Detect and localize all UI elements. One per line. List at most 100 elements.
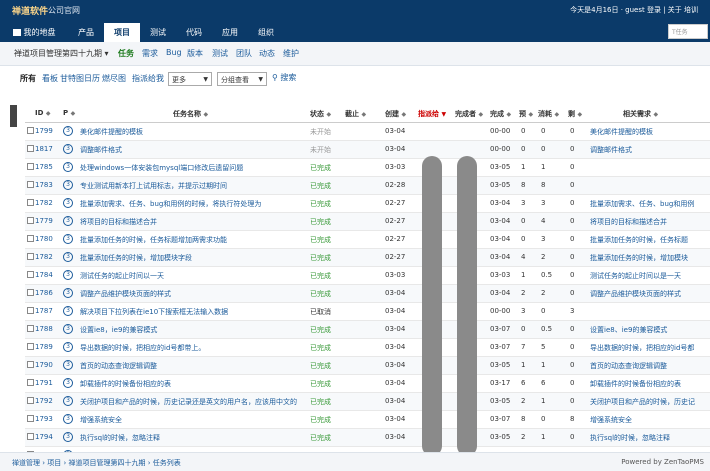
story-link[interactable]: 调整邮件格式 — [590, 145, 710, 155]
filter-gantt[interactable]: 甘特图 — [60, 73, 84, 84]
story-link[interactable]: 测试任务的起止时间以是一天 — [590, 271, 710, 281]
row-cell[interactable]: 1791 — [35, 379, 59, 387]
task-name-link[interactable]: 首页的动态查询逻辑调整 — [80, 361, 308, 371]
col-story[interactable]: 相关需求 ◆ — [623, 109, 658, 119]
col-finisher[interactable]: 完成者 ◆ — [455, 109, 483, 119]
filter-calendar[interactable]: 日历 — [84, 73, 100, 84]
story-link[interactable]: 导出数据的时候，把相应的id号都 — [590, 343, 710, 353]
story-link[interactable]: 批量添加需求、任务、bug和用例 — [590, 199, 710, 209]
row-cell[interactable]: 1799 — [35, 127, 59, 135]
task-name-link[interactable]: 测试任务的起止时间以一天 — [80, 271, 308, 281]
brand-logo[interactable]: 禅道软件 — [12, 4, 48, 17]
row-checkbox[interactable] — [27, 199, 34, 206]
subnav-team[interactable]: 团队 — [236, 48, 252, 59]
table-row[interactable]: 3 1794 执行sql的时候，忽略注释 已完成 03-04 03-05 2 1 0 执行sql的… — [25, 429, 710, 447]
task-name-link[interactable]: 增强系统安全 — [80, 415, 308, 425]
story-link[interactable]: 卸载插件的时候备份相应的表 — [590, 379, 710, 389]
task-name-link[interactable]: 关闭护项目和产品的时候，历史记录还是英文的用户名，应该用中文的 — [80, 397, 308, 407]
task-name-link[interactable]: 批量添加任务的时候，增加模块字段 — [80, 253, 308, 263]
subnav-task[interactable]: 任务 — [118, 48, 134, 59]
row-cell[interactable]: 1788 — [35, 325, 59, 333]
subnav-test[interactable]: 测试 — [212, 48, 228, 59]
row-checkbox[interactable] — [27, 433, 34, 440]
nav-my[interactable]: 我的地盘 — [4, 23, 64, 42]
col-created[interactable]: 创建 ◆ — [385, 109, 406, 119]
table-row[interactable]: 3 1786 调整产品维护模块页面的样式 已完成 03-04 03-04 2 2 0 调整产品维护… — [25, 285, 710, 303]
search-button[interactable]: ⚲ 搜索 — [272, 72, 296, 83]
table-row[interactable]: 3 1791 卸载插件的时候备份相应的表 已完成 03-04 03-17 6 6 0 卸载插件的时… — [25, 375, 710, 393]
task-name-link[interactable]: 调整产品维护模块页面的样式 — [80, 289, 308, 299]
nav-code[interactable]: 代码 — [176, 23, 212, 42]
table-row[interactable]: 3 1788 设置ie8，ie9的兼容模式 已完成 03-04 03-07 0 0.5 0 设置i… — [25, 321, 710, 339]
story-link[interactable]: 批量添加任务的时候，增加模块 — [590, 253, 710, 263]
nav-test[interactable]: 测试 — [140, 23, 176, 42]
nav-project[interactable]: 项目 — [104, 23, 140, 42]
col-status[interactable]: 状态 ◆ — [310, 109, 331, 119]
row-checkbox[interactable] — [27, 217, 34, 224]
more-select[interactable]: 更多 ▼ — [168, 72, 212, 86]
table-row[interactable]: 3 1780 批量添加任务的时候，任务标题增加两需求功能 已完成 02-27 03-04 0… — [25, 231, 710, 249]
row-checkbox[interactable] — [27, 397, 34, 404]
row-cell[interactable]: 1790 — [35, 361, 59, 369]
task-name-link[interactable]: 批量添加任务的时候，任务标题增加两需求功能 — [80, 235, 308, 245]
company-link[interactable]: 公司官网 — [48, 5, 80, 16]
row-checkbox[interactable] — [27, 235, 34, 242]
row-checkbox[interactable] — [27, 343, 34, 350]
task-name-link[interactable]: 处理windows一体安装包mysql端口修改后遗留问题 — [80, 163, 308, 173]
table-row[interactable]: 3 1789 导出数据的时候，把相应的id号都带上。 已完成 03-04 03-07 7 5 0… — [25, 339, 710, 357]
row-cell[interactable]: 1817 — [35, 145, 59, 153]
row-checkbox[interactable] — [27, 415, 34, 422]
story-link[interactable]: 批量添加任务的时候，任务标题 — [590, 235, 710, 245]
table-row[interactable]: 3 1790 首页的动态查询逻辑调整 已完成 03-04 03-05 1 1 0 首页的动态查询逻… — [25, 357, 710, 375]
sidebar-toggle[interactable] — [10, 105, 17, 127]
col-estimate[interactable]: 预 ◆ — [519, 109, 533, 119]
story-link[interactable]: 调整产品维护模块页面的样式 — [590, 289, 710, 299]
task-name-link[interactable]: 解决项目下拉列表在ie10下搜索框无法输入数据 — [80, 307, 308, 317]
col-left[interactable]: 剩 ◆ — [568, 109, 582, 119]
task-name-link[interactable]: 调整邮件格式 — [80, 145, 308, 155]
table-row[interactable]: 3 1782 批量添加需求、任务、bug和用例的时候，将执行符处理为 已完成 02-27… — [25, 195, 710, 213]
row-cell[interactable]: 1779 — [35, 217, 59, 225]
table-row[interactable]: 3 1793 增强系统安全 已完成 03-04 03-07 8 0 8 增强系统安全 — [25, 411, 710, 429]
table-row[interactable]: 3 1792 关闭护项目和产品的时候，历史记录还是英文的用户名，应该用中文的 已完成 0… — [25, 393, 710, 411]
row-cell[interactable]: 1794 — [35, 433, 59, 441]
project-switcher[interactable]: 禅道项目管理第四十九期 ▾ — [14, 48, 109, 59]
subnav-bug[interactable]: Bug — [166, 48, 182, 57]
table-row[interactable]: 3 1787 解决项目下拉列表在ie10下搜索框无法输入数据 已取消 03-04 00-0… — [25, 303, 710, 321]
task-name-link[interactable]: 执行sql的时候，忽略注释 — [80, 433, 308, 443]
table-row[interactable]: 3 1782 批量添加任务的时候，增加模块字段 已完成 02-27 03-04 4 2 0 批量添… — [25, 249, 710, 267]
col-id[interactable]: ID ◆ — [35, 109, 50, 117]
col-name[interactable]: 任务名称 ◆ — [173, 109, 208, 119]
story-link[interactable]: 美化邮件提醒的模板 — [590, 127, 710, 137]
filter-burndown[interactable]: 燃尽图 — [102, 73, 126, 84]
filter-all[interactable]: 所有 — [20, 73, 36, 84]
row-cell[interactable]: 1789 — [35, 343, 59, 351]
filter-kanban[interactable]: 看板 — [42, 73, 58, 84]
quick-search-input[interactable]: T任务 — [668, 24, 708, 39]
row-checkbox[interactable] — [27, 271, 34, 278]
task-name-link[interactable]: 设置ie8，ie9的兼容模式 — [80, 325, 308, 335]
group-select[interactable]: 分组查看 ▼ — [217, 72, 267, 86]
row-cell[interactable]: 1782 — [35, 199, 59, 207]
story-link[interactable]: 增强系统安全 — [590, 415, 710, 425]
row-checkbox[interactable] — [27, 145, 34, 152]
task-name-link[interactable]: 专业测试用新本打上试用标志，并提示过期时间 — [80, 181, 308, 191]
col-finished[interactable]: 完成 ◆ — [490, 109, 511, 119]
table-row[interactable]: 3 1784 测试任务的起止时间以一天 已完成 03-03 03-03 1 0.5 0 测试任务的… — [25, 267, 710, 285]
row-cell[interactable]: 1782 — [35, 253, 59, 261]
table-row[interactable]: 3 1783 专业测试用新本打上试用标志，并提示过期时间 已完成 02-28 03-05 8… — [25, 177, 710, 195]
table-row[interactable]: 3 1799 美化邮件提醒的模板 未开始 03-04 00-00 0 0 0 美化邮件提醒的模板 — [25, 123, 710, 141]
row-cell[interactable]: 1783 — [35, 181, 59, 189]
table-row[interactable]: 3 1817 调整邮件格式 未开始 03-04 00-00 0 0 0 调整邮件格式 — [25, 141, 710, 159]
nav-org[interactable]: 组织 — [248, 23, 284, 42]
table-row[interactable]: 3 1785 处理windows一体安装包mysql端口修改后遗留问题 已完成 03-0… — [25, 159, 710, 177]
row-checkbox[interactable] — [27, 289, 34, 296]
nav-product[interactable]: 产品 — [66, 23, 106, 42]
subnav-build[interactable]: 版本 — [187, 48, 203, 59]
col-deadline[interactable]: 截止 ◆ — [345, 109, 366, 119]
row-checkbox[interactable] — [27, 379, 34, 386]
task-name-link[interactable]: 导出数据的时候，把相应的id号都带上。 — [80, 343, 308, 353]
row-cell[interactable]: 1787 — [35, 307, 59, 315]
row-checkbox[interactable] — [27, 307, 34, 314]
story-link[interactable]: 首页的动态查询逻辑调整 — [590, 361, 710, 371]
